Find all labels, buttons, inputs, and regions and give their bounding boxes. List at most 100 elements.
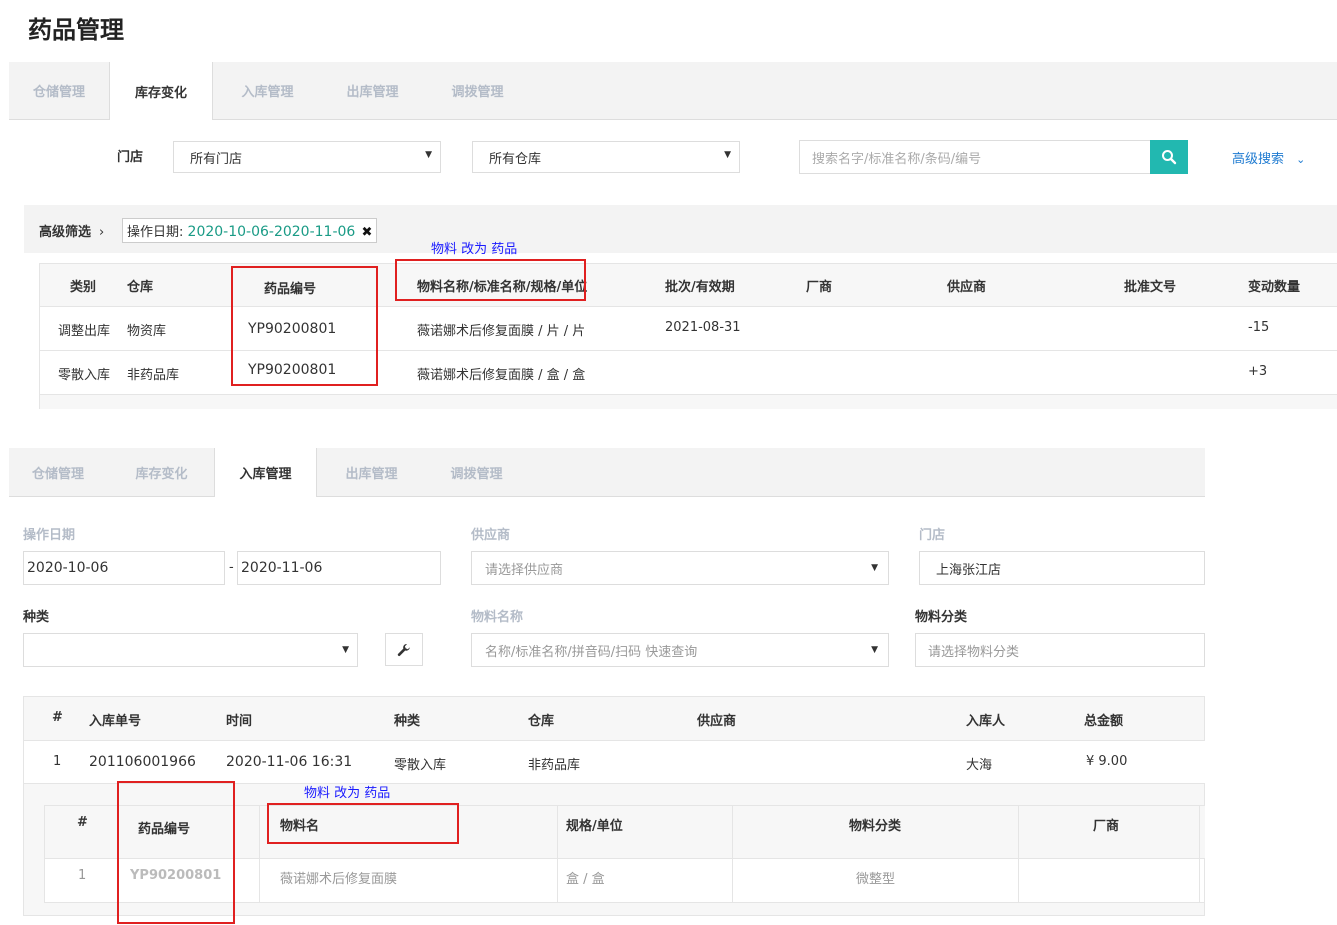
divider (39, 263, 1337, 264)
inbound-row-bg (24, 741, 1205, 783)
tab-outbound[interactable]: 出库管理 (320, 62, 425, 119)
col-divider (1199, 806, 1200, 902)
cell-name: 薇诺娜术后修复面膜 (280, 872, 398, 887)
tab-transfer[interactable]: 调拨管理 (425, 62, 530, 119)
col-header-amount: 总金额 (1084, 714, 1124, 729)
advanced-search-label: 高级搜索 (1232, 152, 1285, 167)
col-header-maker: 厂商 (806, 280, 833, 295)
supplier-select[interactable]: 请选择供应商 ▼ (471, 551, 889, 585)
search-icon (1162, 150, 1177, 165)
cell-order-no: 201106001966 (89, 754, 196, 770)
top-tab-bar: 仓储管理 库存变化 入库管理 出库管理 调拨管理 (9, 62, 1337, 120)
dropdown-arrow-icon: ▼ (871, 563, 878, 573)
cell-batch: 2021-08-31 (665, 320, 741, 335)
col-header-warehouse: 仓库 (528, 714, 555, 729)
col-header-person: 入库人 (966, 714, 1006, 729)
tab-transfer[interactable]: 调拨管理 (424, 448, 529, 496)
cell-qty: -15 (1248, 320, 1270, 335)
filter-tag-date: 操作日期: 2020-10-06-2020-11-06 ✖ (122, 218, 378, 243)
warehouse-select-value: 所有仓库 (489, 151, 542, 167)
search-placeholder: 搜索名字/标准名称/条码/编号 (812, 151, 982, 167)
date-label: 操作日期 (23, 528, 76, 543)
kind-select[interactable]: ▼ (23, 633, 358, 667)
tab-storage[interactable]: 仓储管理 (9, 448, 107, 496)
annotation-note-1: 物料 改为 药品 (431, 242, 518, 257)
page-title: 药品管理 (28, 16, 124, 44)
tab-inbound[interactable]: 入库管理 (215, 62, 320, 119)
filter-tag-label: 操作日期: (127, 225, 184, 240)
col-header-time: 时间 (226, 714, 253, 729)
col-header-category: 类别 (70, 280, 97, 295)
cell-category: 调整出库 (58, 324, 111, 339)
advanced-search-link[interactable]: 高级搜索 ⌄ (1232, 148, 1305, 167)
col-divider (1018, 806, 1019, 902)
date-from-value: 2020-10-06 (27, 560, 109, 576)
tab-stock-change[interactable]: 库存变化 (109, 448, 214, 496)
cell-name: 薇诺娜术后修复面膜 / 盒 / 盒 (417, 368, 586, 383)
cell-spec: 盒 / 盒 (566, 872, 605, 887)
material-name-label: 物料名称 (471, 610, 524, 625)
date-from-input[interactable]: 2020-10-06 (23, 551, 225, 585)
dropdown-arrow-icon: ▼ (425, 150, 432, 160)
col-header-num: # (77, 815, 88, 830)
annotation-note-2: 物料 改为 药品 (304, 786, 391, 801)
search-button[interactable] (1150, 140, 1188, 174)
date-to-value: 2020-11-06 (241, 560, 323, 576)
cell-amount: ¥ 9.00 (1086, 754, 1128, 769)
col-header-qty: 变动数量 (1248, 280, 1301, 295)
store-select[interactable]: 所有门店 ▼ (173, 141, 441, 173)
cell-kind: 零散入库 (394, 758, 447, 773)
cell-name: 薇诺娜术后修复面膜 / 片 / 片 (417, 324, 586, 339)
material-name-placeholder: 名称/标准名称/拼音码/扫码 快速查询 (485, 644, 698, 660)
highlight-box-detail-code (117, 781, 235, 924)
col-divider (557, 806, 558, 902)
stock-table-footer (40, 395, 1337, 409)
cell-num: 1 (53, 754, 62, 769)
cell-warehouse: 物资库 (127, 324, 167, 339)
col-divider (259, 806, 260, 902)
dropdown-arrow-icon: ▼ (342, 645, 349, 655)
highlight-box-detail-name (267, 803, 459, 844)
kind-label: 种类 (23, 610, 50, 625)
col-header-num: # (52, 710, 63, 725)
supplier-placeholder: 请选择供应商 (485, 562, 564, 578)
material-category-placeholder: 请选择物料分类 (928, 644, 1020, 660)
date-to-input[interactable]: 2020-11-06 (237, 551, 441, 585)
double-chevron-down-icon: ⌄ (1296, 153, 1306, 166)
cell-time: 2020-11-06 16:31 (226, 754, 353, 770)
cell-category: 零散入库 (58, 368, 111, 383)
dropdown-arrow-icon: ▼ (871, 645, 878, 655)
cell-warehouse: 非药品库 (127, 368, 180, 383)
material-category-select[interactable]: 请选择物料分类 (915, 633, 1205, 667)
col-header-order-no: 入库单号 (89, 714, 142, 729)
cell-num: 1 (78, 868, 87, 883)
remove-tag-icon[interactable]: ✖ (361, 225, 372, 240)
warehouse-select[interactable]: 所有仓库 ▼ (472, 141, 740, 173)
settings-button[interactable] (385, 633, 423, 666)
cell-warehouse: 非药品库 (528, 758, 581, 773)
store-select-2[interactable]: 上海张江店 (919, 551, 1205, 585)
cell-category: 微整型 (856, 872, 896, 887)
tab-storage[interactable]: 仓储管理 (9, 62, 109, 119)
wrench-icon (397, 643, 410, 656)
store-label-2: 门店 (919, 528, 946, 543)
col-divider (732, 806, 733, 902)
cell-qty: +3 (1248, 364, 1268, 379)
search-input[interactable]: 搜索名字/标准名称/条码/编号 (799, 140, 1151, 174)
divider (23, 740, 1205, 741)
bottom-tab-bar: 仓储管理 库存变化 入库管理 出库管理 调拨管理 (9, 448, 1205, 497)
tab-stock-change[interactable]: 库存变化 (109, 62, 213, 120)
col-header-spec: 规格/单位 (566, 819, 623, 834)
dropdown-arrow-icon: ▼ (724, 150, 731, 160)
material-name-select[interactable]: 名称/标准名称/拼音码/扫码 快速查询 ▼ (471, 633, 889, 667)
col-header-warehouse: 仓库 (127, 280, 154, 295)
col-header-kind: 种类 (394, 714, 421, 729)
date-separator: - (229, 560, 234, 575)
col-header-maker: 厂商 (1093, 819, 1120, 834)
col-header-category: 物料分类 (849, 819, 902, 834)
supplier-label: 供应商 (471, 528, 511, 543)
tab-inbound[interactable]: 入库管理 (214, 448, 317, 497)
store-label: 门店 (117, 150, 144, 165)
store-select-value: 所有门店 (190, 151, 243, 167)
tab-outbound[interactable]: 出库管理 (319, 448, 424, 496)
